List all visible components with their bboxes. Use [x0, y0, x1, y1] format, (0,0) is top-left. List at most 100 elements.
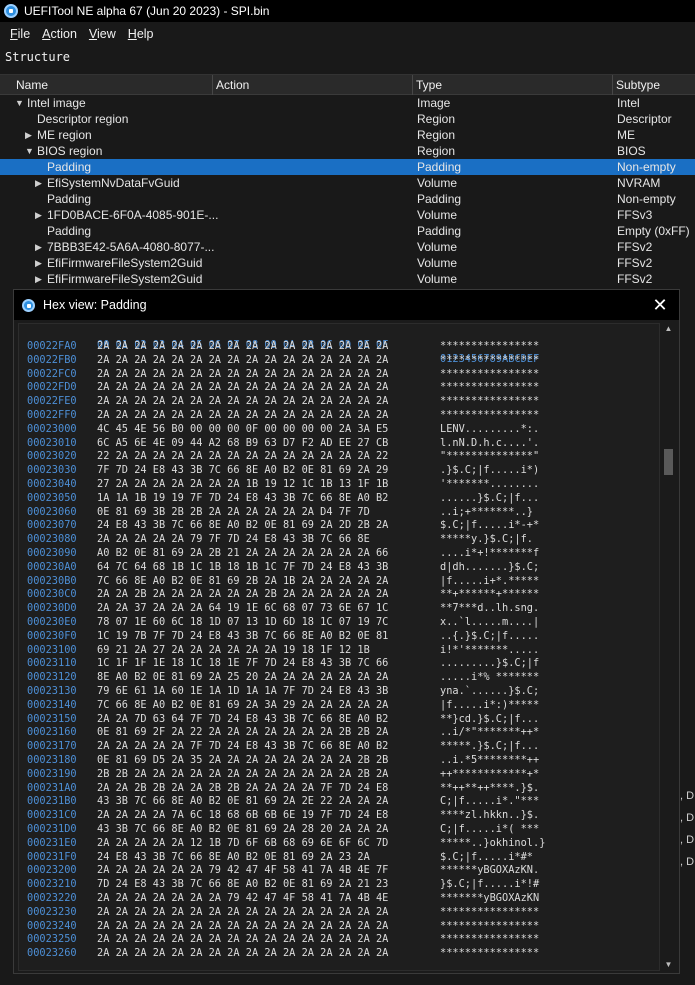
- tree-row-name: Intel image: [27, 96, 86, 110]
- menu-action[interactable]: Action: [36, 27, 83, 41]
- tree-row[interactable]: Padding Padding Empty (0xFF): [0, 223, 695, 239]
- hex-ascii: ******yBGOXAzKN.: [440, 864, 540, 877]
- menu-help-label: elp: [136, 26, 154, 41]
- tree-row-name: ME region: [37, 128, 92, 142]
- hex-bytes: 78 07 1E 60 6C 18 1D 07 13 1D 6D 18 1C 0…: [97, 616, 389, 628]
- tree-row-type: Region: [417, 128, 456, 142]
- hex-offset: 00022FD0: [27, 381, 77, 394]
- hex-offset: 00023110: [27, 657, 77, 670]
- hex-ascii: '*******........: [440, 478, 540, 490]
- hex-bytes: 8E A0 B2 0E 81 69 2A 25 20 2A 2A 2A 2A 2…: [97, 671, 389, 684]
- hex-offset: 00022FE0: [27, 395, 77, 408]
- structure-tree[interactable]: Name Action Type Subtype ▼ Intel image Ima…: [0, 74, 695, 294]
- hex-view-dialog: Hex view: Padding ✕ 00 01 02 03 04 05 06…: [13, 289, 680, 974]
- tree-row-type: Volume: [417, 208, 458, 222]
- hex-ascii: ****************: [440, 381, 540, 394]
- tree-row-subtype: NVRAM: [617, 176, 661, 190]
- structure-label: Structure: [5, 50, 71, 64]
- tree-row-type: Padding: [417, 160, 462, 174]
- tree-row[interactable]: Padding Padding Non-empty: [0, 159, 695, 175]
- tree-row-type: Volume: [417, 272, 458, 286]
- hex-ascii: ****zl.hkkn..}$.: [440, 809, 540, 822]
- hex-offset: 00023170: [27, 740, 77, 753]
- expand-down-icon[interactable]: ▼: [15, 95, 24, 111]
- hex-offset: 00023150: [27, 712, 77, 725]
- tree-row[interactable]: Descriptor region Region Descriptor: [0, 111, 695, 127]
- hex-offset: 00023160: [27, 726, 77, 739]
- tree-header: Name Action Type Subtype: [0, 75, 695, 95]
- tree-row-type: Volume: [417, 176, 458, 190]
- hex-view-titlebar: Hex view: Padding ✕: [14, 290, 679, 320]
- expand-right-icon[interactable]: ▶: [35, 271, 42, 287]
- hex-ascii: ****************: [440, 367, 540, 380]
- hex-offset: 00023180: [27, 754, 77, 766]
- column-header-name[interactable]: Name: [13, 75, 213, 95]
- hex-ascii: "**************": [440, 450, 540, 463]
- hex-bytes: 24 E8 43 3B 7C 66 8E A0 B2 0E 81 69 2A 2…: [97, 519, 389, 532]
- expand-right-icon[interactable]: ▶: [35, 255, 42, 271]
- tree-row-name: 7BBB3E42-5A6A-4080-8077-...: [47, 240, 215, 254]
- hex-bytes: 2A 2A 2A 2A 7A 6C 18 68 6B 6B 6E 19 7F 7…: [97, 809, 389, 822]
- tree-row[interactable]: ▶ EfiFirmwareFileSystem2Guid Volume FFSv2: [0, 255, 695, 271]
- expand-right-icon[interactable]: ▶: [35, 207, 42, 223]
- tree-row[interactable]: ▼ BIOS region Region BIOS: [0, 143, 695, 159]
- hex-offset: 00022FC0: [27, 367, 77, 380]
- hex-ascii: ****************: [440, 395, 540, 408]
- tree-row-subtype: Intel: [617, 96, 640, 110]
- tree-row[interactable]: ▼ Intel image Image Intel: [0, 95, 695, 111]
- menu-action-label: ction: [50, 26, 77, 41]
- hex-bytes: 2A 2A 7D 63 64 7F 7D 24 E8 43 3B 7C 66 8…: [97, 712, 389, 725]
- column-header-subtype[interactable]: Subtype: [613, 75, 695, 95]
- tree-row[interactable]: ▶ EfiFirmwareFileSystem2Guid Volume FFSv2: [0, 271, 695, 287]
- hex-ascii: **}cd.}$.C;|f...: [440, 712, 540, 725]
- expand-right-icon[interactable]: ▶: [35, 175, 42, 191]
- hex-offset: 000231D0: [27, 823, 77, 835]
- hex-bytes: 2A 2A 2A 2A 2A 2A 2A 2A 2A 2A 2A 2A 2A 2…: [97, 353, 389, 366]
- hex-bytes: 2A 2A 2A 2A 2A 2A 2A 2A 2A 2A 2A 2A 2A 2…: [97, 947, 389, 960]
- menu-view[interactable]: View: [83, 27, 122, 41]
- hex-ascii: ++************+*: [440, 767, 540, 780]
- hex-bytes: 2A 2A 2A 2A 2A 2A 2A 2A 2A 2A 2A 2A 2A 2…: [97, 367, 389, 380]
- title-bar: UEFITool NE alpha 67 (Jun 20 2023) - SPI…: [0, 0, 695, 22]
- hex-ascii: $.C;|f.....i*#*: [440, 850, 533, 863]
- hex-bytes: 7D 24 E8 43 3B 7C 66 8E A0 B2 0E 81 69 2…: [97, 878, 389, 891]
- tree-row[interactable]: ▶ ME region Region ME: [0, 127, 695, 143]
- hex-ascii: ****************: [440, 947, 540, 960]
- tree-row[interactable]: ▶ 7BBB3E42-5A6A-4080-8077-... Volume FFSv2: [0, 239, 695, 255]
- hex-offset: 00023090: [27, 547, 77, 559]
- tree-row[interactable]: Padding Padding Non-empty: [0, 191, 695, 207]
- tree-row-name: Padding: [47, 224, 92, 238]
- expand-down-icon[interactable]: ▼: [25, 143, 34, 159]
- hex-ascii: ****************: [440, 353, 540, 366]
- scroll-thumb[interactable]: [664, 449, 673, 475]
- close-icon[interactable]: ✕: [651, 296, 669, 314]
- hex-scrollbar[interactable]: ▲ ▼: [662, 323, 675, 971]
- hex-bytes: 2A 2A 2A 2A 2A 12 1B 7D 6F 6B 68 69 6E 6…: [97, 836, 389, 849]
- hex-content[interactable]: 00 01 02 03 04 05 06 07 08 09 0A 0B 0C 0…: [18, 323, 660, 971]
- tree-row-type: Padding: [417, 224, 462, 238]
- scroll-up-icon[interactable]: ▲: [662, 323, 675, 335]
- column-header-type[interactable]: Type: [413, 75, 613, 95]
- hex-offset: 00023190: [27, 767, 77, 780]
- hex-bytes: 2A 2A 2A 2A 2A 2A 2A 2A 2A 2A 2A 2A 2A 2…: [97, 933, 389, 946]
- menu-file[interactable]: File: [4, 27, 36, 41]
- app-icon: [4, 4, 18, 18]
- menu-help[interactable]: Help: [122, 27, 160, 41]
- hex-ascii: **+******+******: [440, 588, 540, 601]
- expand-right-icon[interactable]: ▶: [35, 239, 42, 255]
- hex-ascii: ..i/*"*******++*: [440, 726, 540, 739]
- hex-bytes: 2A 2A 2A 2A 2A 79 7F 7D 24 E8 43 3B 7C 6…: [97, 533, 370, 546]
- tree-row-subtype: ME: [617, 128, 635, 142]
- tree-row-subtype: Non-empty: [617, 160, 676, 174]
- hex-offset: 000230D0: [27, 602, 77, 615]
- hex-bytes: 2A 2A 2A 2A 2A 2A 2A 2A 2A 2A 2A 2A 2A 2…: [97, 395, 389, 408]
- column-header-action[interactable]: Action: [213, 75, 413, 95]
- tree-row[interactable]: ▶ 1FD0BACE-6F0A-4085-901E-... Volume FFSv3: [0, 207, 695, 223]
- tree-row-subtype: FFSv2: [617, 240, 653, 254]
- menu-action-mnemonic: A: [42, 26, 51, 41]
- scroll-down-icon[interactable]: ▼: [662, 959, 675, 971]
- tree-row[interactable]: ▶ EfiSystemNvDataFvGuid Volume NVRAM: [0, 175, 695, 191]
- tree-row-type: Padding: [417, 192, 462, 206]
- hex-ascii: ..{.}$.C;|f.....: [440, 629, 540, 642]
- expand-right-icon[interactable]: ▶: [25, 127, 32, 143]
